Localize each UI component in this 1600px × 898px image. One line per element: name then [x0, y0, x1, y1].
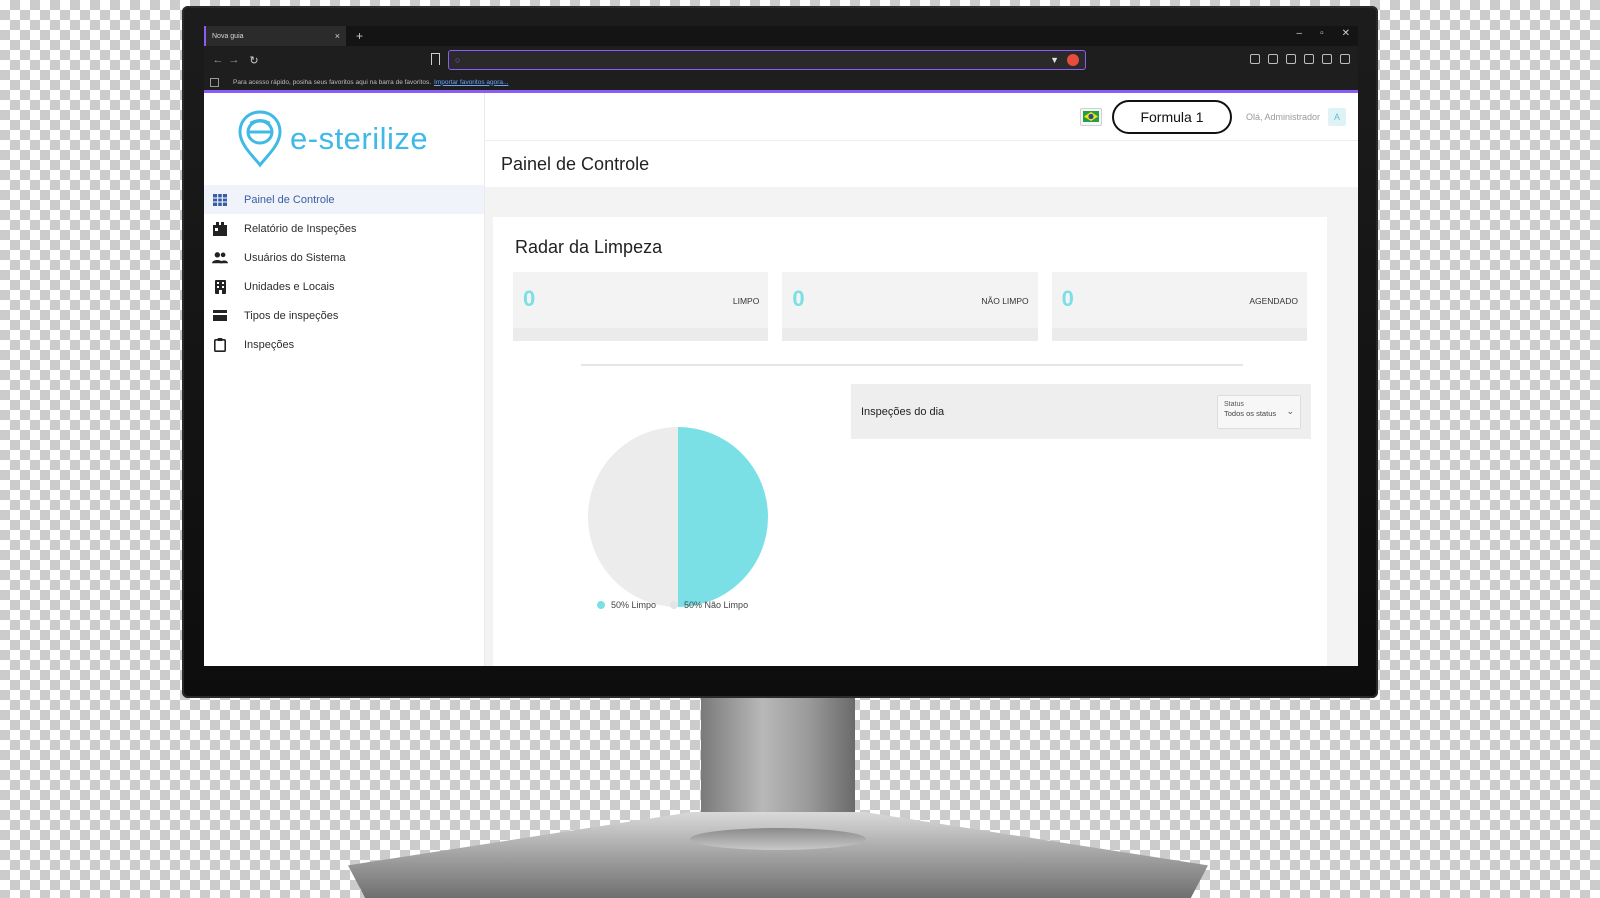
- pie-slice-limpo[interactable]: [678, 427, 768, 607]
- brand-name: e-sterilize: [290, 121, 429, 156]
- users-icon: [212, 251, 228, 265]
- close-window-icon[interactable]: ✕: [1342, 28, 1350, 39]
- sidebar-item-tipos-de-inspecoes[interactable]: Tipos de inspeções: [204, 301, 484, 330]
- stat-nao-limpo: 0 NÃO LIMPO: [782, 272, 1038, 341]
- toolbar-icons: [1250, 54, 1350, 64]
- card-icon: [212, 309, 228, 323]
- browser-tab[interactable]: Nova guia ×: [204, 26, 346, 46]
- bookmark-icon[interactable]: [431, 53, 440, 65]
- stat-value: 0: [792, 286, 805, 311]
- bookmarks-icon: [210, 77, 219, 87]
- logo-pin-icon: [238, 110, 282, 168]
- stat-label: LIMPO: [732, 296, 760, 306]
- reader-icon[interactable]: [1250, 54, 1260, 64]
- top-bar: Formula 1 Olá, Administrador A: [485, 93, 1358, 141]
- sidebar-item-label: Usuários do Sistema: [244, 251, 346, 264]
- sidebar-item-label: Unidades e Locais: [244, 280, 335, 293]
- status-filter-select[interactable]: Status Todos os status ⌄: [1217, 394, 1301, 429]
- legend-item-nao-limpo[interactable]: 50% Não Limpo: [670, 600, 748, 610]
- monitor-screen: Nova guia × + – ▫ ✕ ← → ↻ ○ ▼ Para acess…: [204, 26, 1358, 666]
- sidebar: e-sterilize Painel de Controle Relatório…: [204, 93, 485, 666]
- dashboard-grid-icon: [212, 193, 228, 207]
- restore-icon[interactable]: ▫: [1320, 28, 1324, 39]
- pie-slice-não-limpo[interactable]: [588, 427, 678, 607]
- sidebar-item-label: Inspeções: [244, 338, 295, 351]
- clipboard-icon: [212, 337, 228, 352]
- minimize-icon[interactable]: –: [1297, 28, 1303, 39]
- sidebar-item-usuarios-do-sistema[interactable]: Usuários do Sistema: [204, 243, 484, 272]
- sidebar-item-label: Relatório de Inspeções: [244, 222, 357, 235]
- legend-label: 50% Limpo: [611, 600, 657, 610]
- stat-agendado: 0 AGENDADO: [1051, 272, 1308, 341]
- new-tab-button[interactable]: +: [356, 29, 363, 43]
- extension-icon[interactable]: [1067, 54, 1079, 66]
- pie-legend: 50% Limpo 50% Não Limpo: [597, 600, 748, 610]
- pie-chart: [588, 427, 768, 607]
- forward-icon[interactable]: →: [226, 54, 242, 66]
- stats-row: 0 LIMPO 0 NÃO LIMPO 0 AGENDADO: [513, 272, 1308, 341]
- sidebar-item-inspecoes[interactable]: Inspeções: [204, 330, 484, 359]
- legend-dot-limpo: [597, 601, 605, 609]
- chevron-down-icon: ⌄: [1286, 405, 1294, 416]
- tab-title: Nova guia: [212, 32, 244, 40]
- status-label: Status: [1224, 400, 1244, 408]
- import-bookmarks-link[interactable]: Importar favoritos agora...: [434, 79, 508, 86]
- app: e-sterilize Painel de Controle Relatório…: [204, 93, 1358, 666]
- inspections-title: Inspeções do dia: [861, 405, 945, 418]
- address-bar[interactable]: ○ ▼: [448, 50, 1086, 70]
- sidebar-item-painel-de-controle[interactable]: Painel de Controle: [204, 185, 484, 214]
- stat-label: NÃO LIMPO: [981, 296, 1029, 306]
- sidebar-toggle-icon[interactable]: [1268, 54, 1278, 64]
- nav-bar: ← → ↻ ○ ▼: [204, 46, 1358, 74]
- pocket-icon[interactable]: ▼: [1050, 55, 1059, 65]
- monitor-stand-base: [348, 812, 1208, 898]
- url-input[interactable]: [464, 55, 1045, 65]
- inspections-panel: Inspeções do dia Status Todos os status …: [851, 384, 1311, 439]
- legend-dot-nao-limpo: [670, 601, 679, 609]
- status-value: Todos os status: [1224, 408, 1277, 418]
- search-icon: ○: [455, 55, 461, 65]
- bookmarks-hint: Para acesso rápido, posiha seus favorito…: [233, 78, 432, 86]
- monitor-stand-joint: [690, 828, 866, 850]
- report-icon: [212, 221, 228, 236]
- brazil-flag-icon[interactable]: [1079, 107, 1102, 126]
- sidebar-item-label: Tipos de inspeções: [244, 309, 339, 322]
- shield-icon[interactable]: [1322, 54, 1332, 64]
- page-header: Painel de Controle: [485, 141, 1358, 187]
- building-icon: [212, 279, 228, 294]
- avatar[interactable]: A: [1328, 107, 1346, 126]
- stat-value: 0: [1061, 286, 1074, 311]
- legend-label: 50% Não Limpo: [684, 600, 749, 610]
- radar-card: Radar da Limpeza 0 LIMPO 0 NÃO LIMPO 0 A…: [493, 217, 1327, 666]
- tenant-selector[interactable]: Formula 1: [1111, 99, 1232, 134]
- browser-chrome: Nova guia × + – ▫ ✕ ← → ↻ ○ ▼ Para acess…: [204, 26, 1358, 93]
- stat-limpo: 0 LIMPO: [513, 272, 769, 341]
- sidebar-item-unidades-e-locais[interactable]: Unidades e Locais: [204, 272, 484, 301]
- reload-icon[interactable]: ↻: [246, 54, 262, 67]
- main-content: Formula 1 Olá, Administrador A Painel de…: [485, 93, 1358, 666]
- stat-value: 0: [523, 286, 536, 311]
- tab-bar: Nova guia × + – ▫ ✕: [204, 26, 1358, 46]
- extensions-icon[interactable]: [1304, 54, 1314, 64]
- brand[interactable]: e-sterilize: [204, 93, 484, 185]
- tab-close-icon[interactable]: ×: [335, 31, 340, 41]
- back-icon[interactable]: ←: [210, 54, 226, 66]
- window-controls: – ▫ ✕: [1297, 28, 1351, 39]
- legend-item-limpo[interactable]: 50% Limpo: [597, 600, 656, 610]
- page-title: Painel de Controle: [501, 153, 650, 174]
- divider: [581, 364, 1243, 366]
- sidebar-item-label: Painel de Controle: [244, 193, 335, 206]
- sidebar-item-relatorio-de-inspecoes[interactable]: Relatório de Inspeções: [204, 214, 484, 243]
- user-greeting: Olá, Administrador: [1245, 111, 1320, 122]
- stat-label: AGENDADO: [1249, 296, 1298, 306]
- library-icon[interactable]: [1286, 54, 1296, 64]
- sidebar-menu: Painel de Controle Relatório de Inspeçõe…: [204, 185, 484, 359]
- menu-icon[interactable]: [1340, 54, 1350, 64]
- radar-title: Radar da Limpeza: [515, 237, 663, 257]
- bookmarks-bar: Para acesso rápido, posiha seus favorito…: [204, 74, 1358, 93]
